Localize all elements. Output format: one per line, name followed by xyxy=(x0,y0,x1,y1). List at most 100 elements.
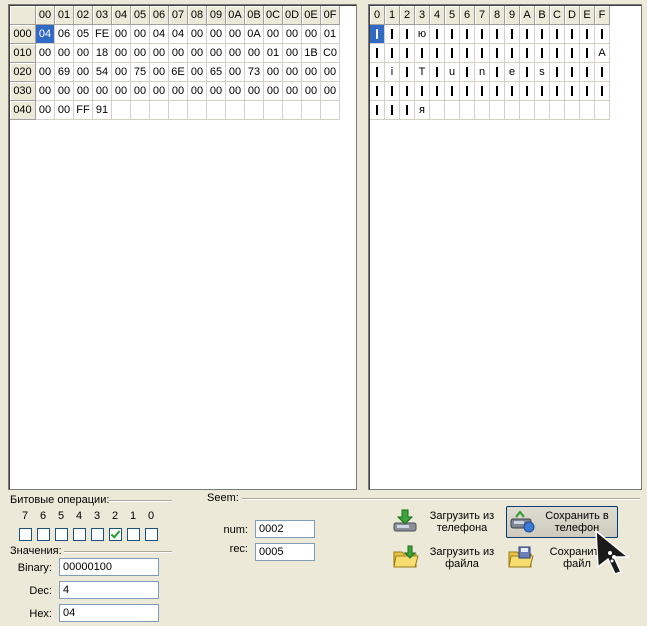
hex-cell[interactable]: 00 xyxy=(111,62,131,82)
hex-cell[interactable]: 00 xyxy=(73,62,93,82)
hex-cell[interactable]: 01 xyxy=(320,24,340,44)
hex-cell[interactable]: 00 xyxy=(263,81,283,101)
hex-cell[interactable] xyxy=(149,100,169,120)
hex-cell[interactable]: 04 xyxy=(168,24,188,44)
char-cell[interactable] xyxy=(564,81,580,101)
char-cell[interactable] xyxy=(519,43,535,63)
char-cell[interactable] xyxy=(534,43,550,63)
bit-checkbox[interactable] xyxy=(55,528,68,541)
hex-cell[interactable]: 00 xyxy=(35,62,55,82)
hex-cell[interactable] xyxy=(263,100,283,120)
hex-cell[interactable]: 00 xyxy=(111,24,131,44)
hex-cell[interactable]: 00 xyxy=(130,24,150,44)
char-cell[interactable] xyxy=(534,100,550,120)
char-cell[interactable] xyxy=(474,43,490,63)
char-cell[interactable] xyxy=(459,62,475,82)
char-grid-panel[interactable]: 0123456789ABCDEFюAiTunesя xyxy=(368,4,642,490)
hex-cell[interactable]: 00 xyxy=(225,81,245,101)
char-cell[interactable] xyxy=(474,100,490,120)
hex-cell[interactable]: 00 xyxy=(206,24,226,44)
hex-cell[interactable]: 00 xyxy=(149,81,169,101)
char-cell[interactable] xyxy=(489,24,505,44)
bit-checkbox[interactable] xyxy=(73,528,86,541)
char-cell[interactable] xyxy=(504,24,520,44)
char-cell[interactable] xyxy=(549,100,565,120)
bit-checkbox[interactable] xyxy=(145,528,158,541)
char-cell[interactable] xyxy=(370,62,385,82)
hex-cell[interactable] xyxy=(130,100,150,120)
hex-cell[interactable]: 00 xyxy=(282,62,302,82)
char-cell[interactable] xyxy=(399,24,415,44)
char-cell[interactable] xyxy=(579,81,595,101)
char-cell[interactable] xyxy=(489,62,505,82)
hex-cell[interactable]: 05 xyxy=(73,24,93,44)
bit-checkbox[interactable] xyxy=(37,528,50,541)
char-cell[interactable]: ю xyxy=(414,24,430,44)
char-cell[interactable] xyxy=(519,81,535,101)
char-cell[interactable] xyxy=(399,62,415,82)
char-cell[interactable] xyxy=(594,24,610,44)
hex-grid[interactable]: 00 01 02 03 04 05 06 07 08 09 0A 0B 0C 0D 0E 0F 000 04 06 0… xyxy=(10,6,340,120)
hex-cell[interactable]: 00 xyxy=(206,81,226,101)
hex-cell[interactable]: 00 xyxy=(111,43,131,63)
char-cell[interactable] xyxy=(370,81,385,101)
char-cell[interactable] xyxy=(519,24,535,44)
hex-cell[interactable] xyxy=(282,100,302,120)
char-cell[interactable]: e xyxy=(504,62,520,82)
char-cell[interactable] xyxy=(384,24,400,44)
char-cell[interactable] xyxy=(429,62,445,82)
char-cell[interactable] xyxy=(429,43,445,63)
dec-field[interactable]: 4 xyxy=(59,581,159,599)
char-cell[interactable] xyxy=(444,24,460,44)
char-cell[interactable] xyxy=(504,81,520,101)
char-cell[interactable] xyxy=(414,81,430,101)
char-cell[interactable] xyxy=(399,81,415,101)
hex-cell[interactable]: 00 xyxy=(168,81,188,101)
hex-cell[interactable] xyxy=(187,100,207,120)
hex-cell[interactable]: 04 xyxy=(149,24,169,44)
hex-cell[interactable]: 06 xyxy=(54,24,74,44)
bit-checkbox[interactable] xyxy=(91,528,104,541)
char-cell[interactable]: я xyxy=(414,100,430,120)
char-cell[interactable] xyxy=(564,24,580,44)
hex-cell[interactable]: 65 xyxy=(206,62,226,82)
char-cell[interactable] xyxy=(489,81,505,101)
char-cell[interactable] xyxy=(549,43,565,63)
hex-cell[interactable]: 00 xyxy=(320,81,340,101)
char-cell[interactable] xyxy=(549,81,565,101)
hex-cell[interactable]: 00 xyxy=(149,43,169,63)
hex-cell[interactable]: 00 xyxy=(92,81,112,101)
char-cell[interactable] xyxy=(549,24,565,44)
char-cell[interactable] xyxy=(564,100,580,120)
hex-cell[interactable]: 04 xyxy=(35,24,55,44)
char-cell[interactable] xyxy=(579,24,595,44)
hex-cell[interactable]: 73 xyxy=(244,62,264,82)
char-cell[interactable] xyxy=(370,43,385,63)
hex-field[interactable]: 04 xyxy=(59,604,159,622)
hex-cell[interactable]: C0 xyxy=(320,43,340,63)
hex-cell[interactable]: 00 xyxy=(35,43,55,63)
hex-cell[interactable]: 00 xyxy=(320,62,340,82)
hex-cell[interactable]: 75 xyxy=(130,62,150,82)
char-cell[interactable] xyxy=(370,24,385,44)
bit-checkbox[interactable] xyxy=(19,528,32,541)
hex-cell[interactable]: 00 xyxy=(263,62,283,82)
char-cell[interactable] xyxy=(429,24,445,44)
char-cell[interactable] xyxy=(594,62,610,82)
char-cell[interactable] xyxy=(384,43,400,63)
char-cell[interactable] xyxy=(474,24,490,44)
char-cell[interactable] xyxy=(534,24,550,44)
hex-grid-panel[interactable]: 00 01 02 03 04 05 06 07 08 09 0A 0B 0C 0D 0E 0F 000 04 06 0… xyxy=(8,4,357,490)
hex-cell[interactable]: 54 xyxy=(92,62,112,82)
char-cell[interactable] xyxy=(489,100,505,120)
char-cell[interactable] xyxy=(429,81,445,101)
hex-cell[interactable]: 6E xyxy=(168,62,188,82)
hex-cell[interactable]: 00 xyxy=(73,81,93,101)
char-cell[interactable] xyxy=(459,81,475,101)
hex-cell[interactable]: 00 xyxy=(301,62,321,82)
char-cell[interactable] xyxy=(474,81,490,101)
hex-cell[interactable]: 00 xyxy=(54,100,74,120)
char-cell[interactable] xyxy=(579,43,595,63)
hex-cell[interactable]: 00 xyxy=(282,24,302,44)
hex-cell[interactable] xyxy=(206,100,226,120)
